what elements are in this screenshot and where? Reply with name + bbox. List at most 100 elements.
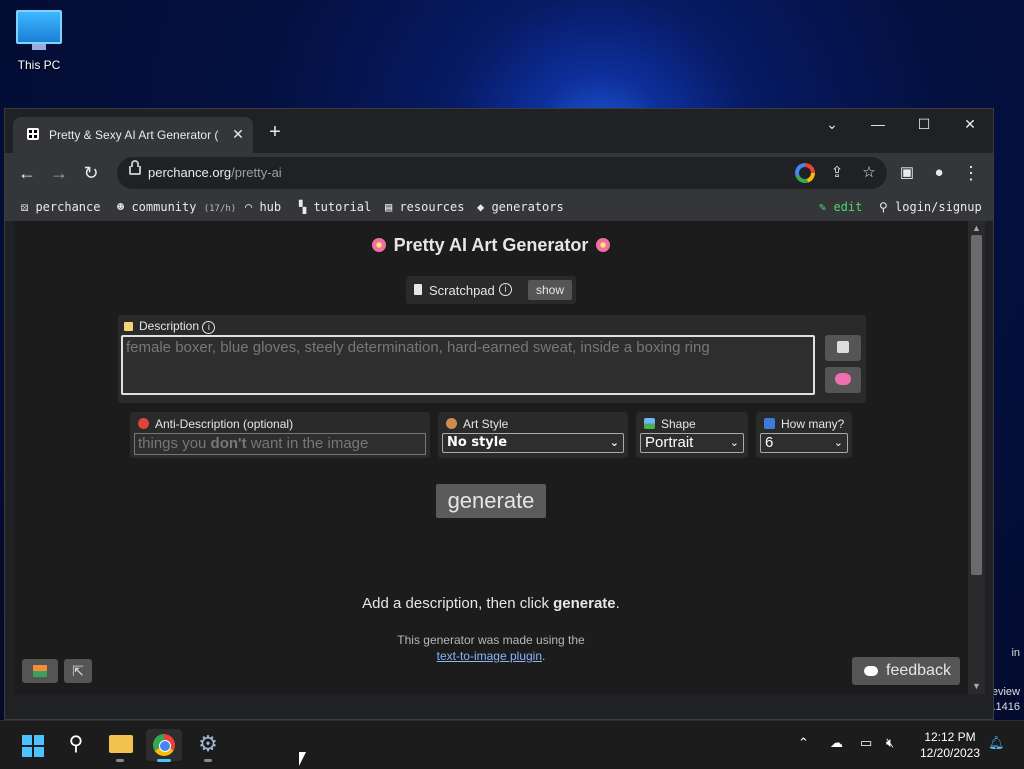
google-lens-icon[interactable] [795,163,815,183]
network-icon[interactable]: ▭ [860,735,872,751]
scroll-down-icon[interactable]: ▼ [972,681,981,691]
arrow-up-left-icon: ⇱ [72,663,84,679]
new-tab-button[interactable]: + [265,122,285,143]
nav-tutorial[interactable]: ▚ tutorial [299,200,371,214]
forward-arrow-icon[interactable]: → [47,161,71,185]
anti-description-input[interactable]: things you don't want in the image [134,433,426,455]
page-scrollbar[interactable]: ▲ ▼ [968,221,985,694]
scratchpad-panel: Scratchpad i show [406,276,576,304]
nav-generators[interactable]: ◆ generators [477,200,564,214]
description-textarea[interactable]: female boxer, blue gloves, steely determ… [121,335,815,395]
dice-icon [837,341,849,353]
nav-community[interactable]: ☻ community (17/h) [117,200,236,214]
login-signup-link[interactable]: ⚲ login/signup [879,200,982,214]
palette-icon [446,418,457,429]
side-panel-icon[interactable]: ▣ [895,161,919,185]
lock-icon [129,160,141,175]
windows-logo-icon [22,735,44,757]
feedback-button[interactable]: feedback [852,657,960,685]
ai-description-button[interactable] [825,367,861,393]
reload-icon[interactable]: ↻ [79,161,103,185]
chrome-icon [153,734,175,756]
shape-select[interactable]: Portrait ⌄ [640,433,744,453]
this-pc-label: This PC [17,58,61,72]
description-label: Description i [124,319,216,334]
instruction-message: Add a description, then click generate. [362,595,620,612]
text-to-image-plugin-link[interactable]: text-to-image plugin [437,649,542,663]
gallery-button[interactable] [22,659,58,683]
nav-hub[interactable]: ◠ hub [245,200,281,214]
scratchpad-show-button[interactable]: show [528,280,572,300]
flower-icon [371,238,386,252]
chevron-up-icon[interactable]: ⌃ [798,735,809,751]
prohibited-icon [138,418,149,429]
scrollbar-thumb[interactable] [971,235,982,575]
info-icon[interactable]: i [499,283,512,296]
maximize-button[interactable]: ☐ [901,109,947,139]
random-description-button[interactable] [825,335,861,361]
clock[interactable]: 12:12 PM 12/20/2023 [914,729,986,761]
site-nav-bar: ⚄ perchance ☻ community (17/h) ◠ hub ▚ t… [5,193,993,221]
shape-label: Shape [644,417,696,431]
search-icon[interactable]: ⚲ [58,729,94,761]
gear-icon: ⚙ [198,731,218,756]
speech-bubble-icon [864,666,878,676]
description-panel: Description i female boxer, blue gloves,… [118,315,866,403]
volume-muted-icon[interactable]: 🔇︎ [886,735,894,751]
shape-panel: Shape Portrait ⌄ [636,412,748,458]
minimize-button[interactable]: — [855,109,901,139]
close-tab-icon[interactable]: ✕ [229,125,247,143]
scroll-up-icon[interactable]: ▲ [972,223,981,233]
memo-icon [124,322,133,331]
notification-bell-icon[interactable]: 🔔︎ [988,735,1005,751]
how-many-label: How many? [764,417,844,431]
address-bar[interactable]: perchance.org/pretty-ai ⇪ ☆ [117,157,887,189]
monitor-icon [16,10,62,44]
folder-icon [109,735,133,753]
close-window-button[interactable]: ✕ [947,109,993,139]
chevron-down-icon: ⌄ [729,437,739,449]
how-many-select[interactable]: 6 ⌄ [760,433,848,453]
tab-search-chevron-icon[interactable]: ⌄ [809,109,855,139]
browser-toolbar: ← → ↻ perchance.org/pretty-ai ⇪ ☆ ▣ ● ⋮ [5,153,993,193]
tab-strip: Pretty & Sexy AI Art Generator (fr ✕ + ⌄… [5,109,993,153]
kebab-menu-icon[interactable]: ⋮ [959,161,983,185]
expand-button[interactable]: ⇱ [64,659,92,683]
desktop-watermark-text: in [1011,647,1020,659]
art-style-label: Art Style [446,417,508,431]
picture-icon [644,418,655,429]
nav-resources[interactable]: ▤ resources [385,200,464,214]
anti-description-panel: Anti-Description (optional) things you d… [130,412,430,458]
file-explorer-button[interactable] [102,729,138,762]
back-arrow-icon[interactable]: ← [15,161,39,185]
chevron-down-icon: ⌄ [833,437,843,449]
chevron-down-icon: ⌄ [609,436,619,449]
settings-taskbar-button[interactable]: ⚙ [190,729,226,762]
flower-icon [596,238,611,252]
mouse-cursor [299,752,306,766]
url-text[interactable]: perchance.org/pretty-ai [148,165,282,180]
info-icon[interactable]: i [202,321,216,334]
numbers-icon [764,418,775,429]
this-pc-desktop-icon[interactable]: This PC [14,10,64,72]
profile-avatar-icon[interactable]: ● [927,161,951,185]
taskbar: ⚲ ⚙ ⌃ ☁ ▭ 🔇︎ 12:12 PM 12/20/2023 🔔︎ [0,720,1024,769]
start-button[interactable] [14,729,50,761]
share-icon[interactable]: ⇪ [827,163,847,183]
how-many-panel: How many? 6 ⌄ [756,412,852,458]
onedrive-offline-icon[interactable]: ☁ [830,735,843,751]
nav-perchance[interactable]: ⚄ perchance [21,200,100,214]
tab-title: Pretty & Sexy AI Art Generator (fr [49,128,219,142]
bookmark-star-icon[interactable]: ☆ [859,163,879,183]
generate-button[interactable]: generate [436,484,546,518]
art-style-panel: Art Style No style ⌄ [438,412,628,458]
anti-description-label: Anti-Description (optional) [138,417,293,431]
edit-link[interactable]: ✎ edit [819,200,862,214]
chrome-taskbar-button[interactable] [146,729,182,762]
brain-icon [835,373,851,385]
desktop-watermark-text: eview [991,686,1020,698]
art-style-select[interactable]: No style ⌄ [442,433,624,453]
desktop-watermark-text: .1416 [992,701,1020,713]
active-tab[interactable]: Pretty & Sexy AI Art Generator (fr ✕ [13,117,253,153]
plugin-line: text-to-image plugin. [436,649,546,663]
